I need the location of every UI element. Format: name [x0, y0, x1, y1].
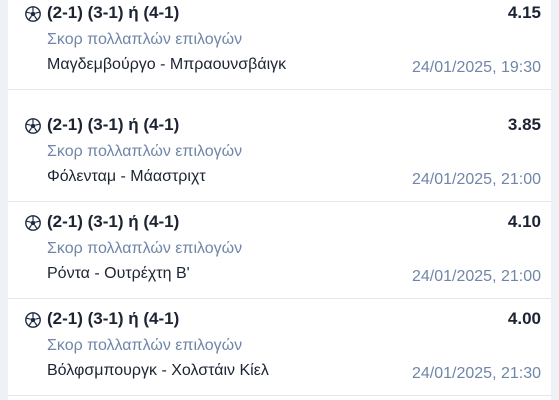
bet-row[interactable]: (2-1) (3-1) ή (4-1) 3.85 Σκορ πολλαπλών …: [8, 104, 551, 202]
bet-selection-list: (2-1) (3-1) ή (4-1) 4.15 Σκορ πολλαπλών …: [8, 0, 551, 400]
odds-value: 4.10: [507, 212, 541, 231]
match-teams: Βόλφσμπουργκ - Χολστάιν Κίελ: [47, 362, 269, 379]
match-datetime: 24/01/2025, 21:30: [411, 365, 541, 382]
bet-row[interactable]: (2-1) (3-1) ή (4-1) 4.15 Σκορ πολλαπλών …: [8, 0, 551, 90]
match-teams: Ρόντα - Ουτρέχτη Β': [47, 265, 190, 282]
football-icon: [25, 6, 41, 22]
odds-value: 3.85: [507, 115, 541, 134]
football-icon: [25, 312, 41, 328]
odds-value: 4.00: [507, 309, 541, 328]
selection-label: (2-1) (3-1) ή (4-1): [47, 212, 180, 231]
match-teams: Φόλενταμ - Μάαστριχτ: [47, 168, 206, 185]
match-datetime: 24/01/2025, 21:00: [411, 171, 541, 188]
selection-label: (2-1) (3-1) ή (4-1): [47, 3, 180, 22]
odds-value: 4.15: [507, 3, 541, 22]
market-name: Σκορ πολλαπλών επιλογών: [47, 240, 243, 257]
football-icon: [25, 118, 41, 134]
football-icon: [25, 215, 41, 231]
bet-row[interactable]: (2-1) (3-1) ή (4-1) 4.00 Σκορ πολλαπλών …: [8, 298, 551, 396]
market-name: Σκορ πολλαπλών επιλογών: [47, 337, 243, 354]
selection-label: (2-1) (3-1) ή (4-1): [47, 309, 180, 328]
match-datetime: 24/01/2025, 19:30: [411, 59, 541, 76]
match-teams: Μαγδεμβούργο - Μπραουνσβάιγκ: [47, 56, 287, 73]
market-name: Σκορ πολλαπλών επιλογών: [47, 143, 243, 160]
market-name: Σκορ πολλαπλών επιλογών: [47, 31, 243, 48]
match-datetime: 24/01/2025, 21:00: [411, 268, 541, 285]
selection-label: (2-1) (3-1) ή (4-1): [47, 115, 180, 134]
bet-row[interactable]: (2-1) (3-1) ή (4-1) 4.10 Σκορ πολλαπλών …: [8, 201, 551, 299]
